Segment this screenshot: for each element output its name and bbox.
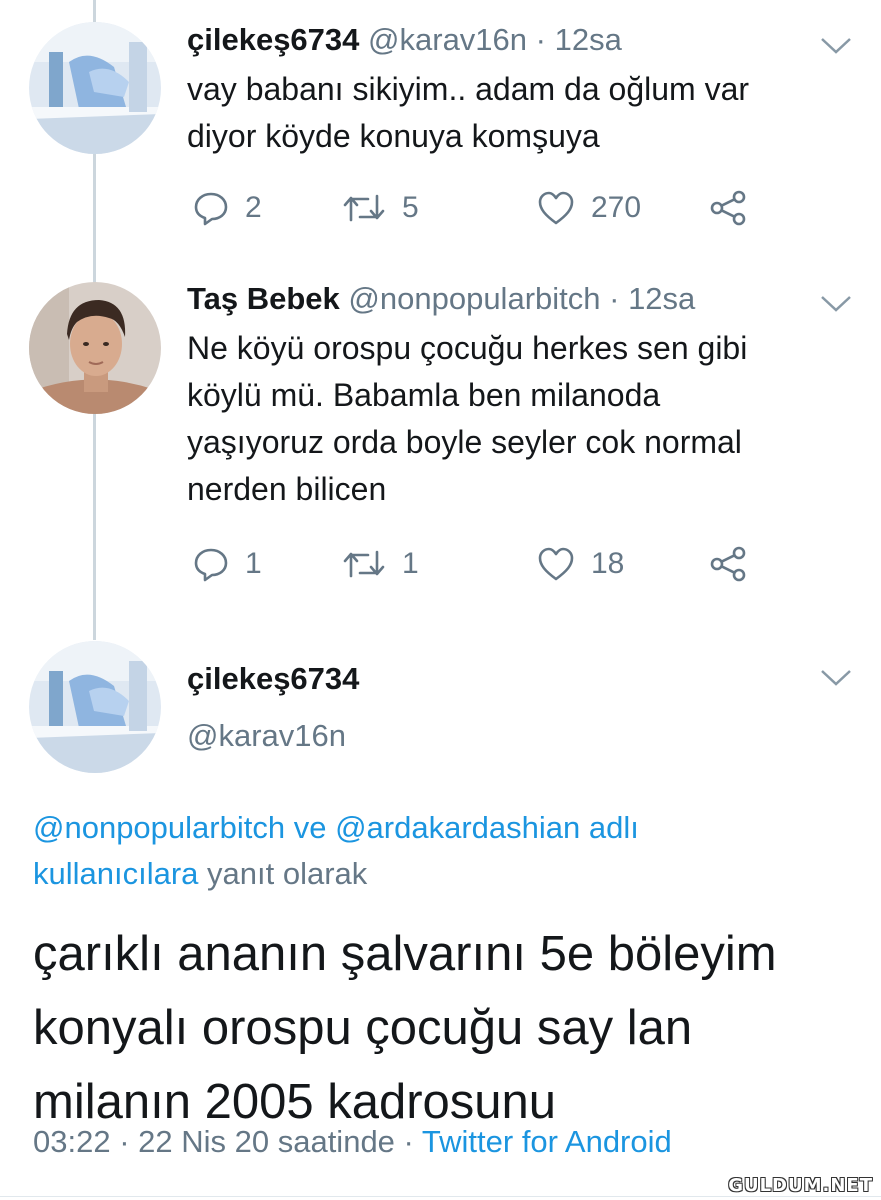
tweet-text-line: çarıklı ananın şalvarını 5e böleyim (33, 927, 777, 981)
reply-button[interactable]: 2 (193, 186, 262, 230)
chevron-down-icon[interactable] (819, 668, 853, 688)
reply-icon (194, 548, 228, 582)
mention-link[interactable]: @nonpopularbitch (33, 810, 285, 845)
reply-button[interactable]: 1 (193, 542, 262, 586)
avatar-image (29, 22, 161, 154)
like-icon (538, 547, 574, 581)
like-icon (538, 191, 574, 225)
retweet-button[interactable]: 5 (342, 186, 419, 230)
share-icon (710, 546, 746, 582)
timestamp[interactable]: 03:22 (33, 1124, 111, 1159)
like-count: 18 (591, 547, 625, 580)
retweet-button[interactable]: 1 (342, 542, 419, 586)
reply-count: 1 (245, 547, 262, 580)
retweet-icon (343, 550, 385, 578)
separator: · (110, 1124, 139, 1159)
avatar-image (29, 641, 161, 773)
handle[interactable]: @karav16n (187, 718, 346, 753)
display-name[interactable]: çilekeş6734 (187, 661, 359, 696)
divider (0, 1196, 881, 1197)
avatar[interactable] (29, 641, 161, 773)
reply-count: 2 (245, 191, 262, 224)
retweet-count: 1 (402, 547, 419, 580)
avatar[interactable] (29, 282, 161, 414)
like-count: 270 (591, 191, 642, 224)
retweet-count: 5 (402, 191, 419, 224)
mention-link[interactable]: kullanıcılara (33, 856, 198, 891)
separator: · (600, 281, 629, 316)
reply-context: @nonpopularbitch ve @ardakardashian adlı… (33, 805, 833, 897)
reply-icon (194, 192, 228, 226)
retweet-icon (343, 194, 385, 222)
handle[interactable]: @karav16n (368, 22, 527, 57)
chevron-down-icon[interactable] (819, 36, 853, 56)
tweet-text-line: köylü mü. Babamla ben milanoda (187, 377, 661, 413)
main-tweet-text: çarıklı ananın şalvarını 5e böleyim kony… (33, 917, 863, 1139)
tweet-text-line: vay babanı sikiyim.. adam da oğlum var (187, 71, 750, 107)
date[interactable]: 22 Nis 20 saatinde (138, 1124, 395, 1159)
main-tweet-name: çilekeş6734 (187, 661, 359, 697)
display-name[interactable]: Taş Bebek (187, 281, 340, 316)
tweet-text: Ne köyü orospu çocuğu herkes sen gibi kö… (187, 325, 847, 513)
reply-suffix: yanıt olarak (198, 856, 368, 891)
tweet-text: vay babanı sikiyim.. adam da oğlum var d… (187, 66, 847, 160)
mention-link[interactable]: @ardakardashian adlı (335, 810, 639, 845)
tweet-actions: 2 5 270 (187, 186, 787, 230)
tweet-footer: 03:22 · 22 Nis 20 saatinde · Twitter for… (33, 1124, 672, 1160)
reply-connector: ve (285, 810, 336, 845)
chevron-down-icon[interactable] (819, 294, 853, 314)
source-link[interactable]: Twitter for Android (422, 1124, 672, 1159)
timestamp[interactable]: 12sa (628, 281, 695, 316)
separator: · (527, 22, 555, 57)
share-icon (710, 190, 746, 226)
display-name[interactable]: çilekeş6734 (187, 22, 359, 57)
main-tweet-handle: @karav16n (187, 718, 346, 754)
tweet-text-line: nerden bilicen (187, 471, 387, 507)
share-button[interactable] (709, 186, 747, 230)
avatar-image (29, 282, 161, 414)
tweet-header: Taş Bebek @nonpopularbitch · 12sa (187, 281, 695, 317)
like-button[interactable]: 270 (537, 186, 641, 230)
tweet-text-line: Ne köyü orospu çocuğu herkes sen gibi (187, 330, 748, 366)
timestamp[interactable]: 12sa (555, 22, 622, 57)
tweet-text-line: konyalı orospu çocuğu say lan (33, 1001, 693, 1055)
tweet-text-line: diyor köyde konuya komşuya (187, 118, 600, 154)
share-button[interactable] (709, 542, 747, 586)
watermark: GULDUM.NET (728, 1175, 873, 1196)
like-button[interactable]: 18 (537, 542, 624, 586)
tweet-actions: 1 1 18 (187, 542, 787, 586)
separator: · (394, 1124, 422, 1159)
tweet-header: çilekeş6734 @karav16n · 12sa (187, 22, 622, 58)
handle[interactable]: @nonpopularbitch (348, 281, 600, 316)
avatar[interactable] (29, 22, 161, 154)
tweet-text-line: yaşıyoruz orda boyle seyler cok normal (187, 424, 742, 460)
